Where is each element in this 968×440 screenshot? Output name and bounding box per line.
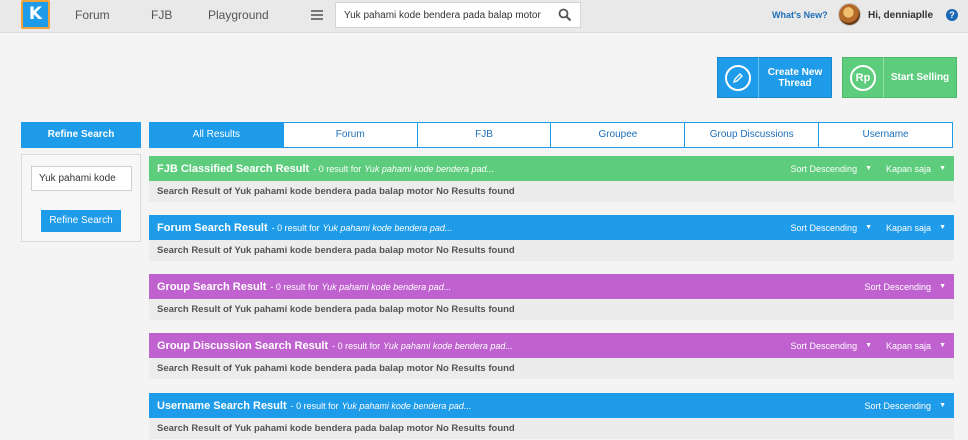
- section-header: FJB Classified Search Result - 0 result …: [149, 156, 954, 181]
- section-header: Group Search Result - 0 result for Yuk p…: [149, 274, 954, 299]
- search-bar: [335, 2, 581, 28]
- no-results-text: Search Result of Yuk pahami kode bendera…: [149, 418, 954, 439]
- nav-fjb[interactable]: FJB: [151, 8, 172, 22]
- no-results-text: Search Result of Yuk pahami kode bendera…: [149, 240, 954, 261]
- user-greeting[interactable]: Hi, denniaplle: [868, 10, 933, 21]
- tab-username[interactable]: Username: [818, 123, 952, 147]
- result-query: Yuk pahami kode bendera pad...: [322, 222, 453, 233]
- chevron-down-icon: ▼: [939, 402, 946, 409]
- chevron-down-icon: ▼: [939, 342, 946, 349]
- nav-playground[interactable]: Playground: [208, 8, 269, 22]
- result-query: Yuk pahami kode bendera pad...: [364, 163, 495, 174]
- start-selling-label: Start Selling: [890, 72, 950, 83]
- create-label-line1: Create New: [767, 66, 823, 78]
- chevron-down-icon: ▼: [939, 283, 946, 290]
- pencil-icon: [718, 57, 759, 98]
- create-new-thread-button[interactable]: Create New Thread: [717, 57, 832, 98]
- section-title: Group Search Result: [157, 280, 267, 293]
- sort-dropdown[interactable]: Sort Descending ▼: [865, 282, 946, 292]
- section-title: Group Discussion Search Result: [157, 339, 329, 352]
- tab-group-discussions[interactable]: Group Discussions: [684, 123, 818, 147]
- result-query: Yuk pahami kode bendera pad...: [341, 400, 472, 411]
- sort-dropdown[interactable]: Sort Descending ▼: [791, 164, 872, 174]
- chevron-down-icon: ▼: [865, 342, 873, 349]
- username-result-section: Username Search Result - 0 result for Yu…: [149, 393, 954, 439]
- group-result-section: Group Search Result - 0 result for Yuk p…: [149, 274, 954, 320]
- search-input[interactable]: [336, 3, 542, 27]
- result-tabs: All Results Forum FJB Groupee Group Disc…: [149, 122, 953, 148]
- top-navbar: K Forum FJB Playground What's New? Hi, d…: [0, 0, 968, 33]
- sort-dropdown[interactable]: Sort Descending ▼: [791, 341, 872, 351]
- result-query: Yuk pahami kode bendera pad...: [383, 340, 513, 351]
- section-title: FJB Classified Search Result: [157, 162, 310, 175]
- start-selling-button[interactable]: Rp Start Selling: [842, 57, 957, 98]
- kaskus-logo-icon[interactable]: K: [21, 0, 50, 29]
- tab-forum[interactable]: Forum: [282, 123, 417, 147]
- section-title: Username Search Result: [157, 399, 287, 412]
- no-results-text: Search Result of Yuk pahami kode bendera…: [149, 358, 954, 379]
- forum-result-section: Forum Search Result - 0 result for Yuk p…: [149, 215, 954, 261]
- time-dropdown[interactable]: Kapan saja ▼: [886, 341, 946, 351]
- hamburger-icon[interactable]: [311, 10, 323, 20]
- refine-search-button[interactable]: Refine Search: [41, 210, 121, 232]
- chevron-down-icon: ▼: [865, 165, 873, 172]
- no-results-text: Search Result of Yuk pahami kode bendera…: [149, 181, 954, 202]
- tab-fjb[interactable]: FJB: [416, 123, 551, 147]
- time-dropdown[interactable]: Kapan saja ▼: [886, 164, 946, 174]
- nav-forum[interactable]: Forum: [75, 8, 110, 22]
- result-count: - 0 result for: [313, 163, 362, 174]
- time-dropdown[interactable]: Kapan saja ▼: [886, 223, 946, 233]
- tab-all-results[interactable]: All Results: [150, 123, 283, 147]
- chevron-down-icon: ▼: [865, 224, 873, 231]
- sort-dropdown[interactable]: Sort Descending ▼: [791, 223, 872, 233]
- sort-dropdown[interactable]: Sort Descending ▼: [865, 401, 946, 411]
- result-count: - 0 result for: [270, 281, 319, 292]
- no-results-text: Search Result of Yuk pahami kode bendera…: [149, 299, 954, 320]
- whats-new-link[interactable]: What's New?: [772, 10, 828, 20]
- fjb-result-section: FJB Classified Search Result - 0 result …: [149, 156, 954, 202]
- refine-search-panel: Refine Search: [21, 154, 141, 242]
- section-header: Group Discussion Search Result - 0 resul…: [149, 333, 954, 358]
- chevron-down-icon: ▼: [939, 224, 946, 231]
- section-header: Forum Search Result - 0 result for Yuk p…: [149, 215, 954, 240]
- group-discussion-result-section: Group Discussion Search Result - 0 resul…: [149, 333, 954, 379]
- section-header: Username Search Result - 0 result for Yu…: [149, 393, 954, 418]
- section-title: Forum Search Result: [157, 221, 268, 234]
- result-count: - 0 result for: [332, 340, 381, 351]
- result-query: Yuk pahami kode bendera pad...: [321, 281, 452, 292]
- help-icon[interactable]: ?: [946, 9, 958, 21]
- chevron-down-icon: ▼: [939, 165, 946, 172]
- result-count: - 0 result for: [290, 400, 339, 411]
- search-icon[interactable]: [558, 8, 572, 22]
- tab-groupee[interactable]: Groupee: [550, 123, 684, 147]
- refine-search-title: Refine Search: [21, 122, 141, 148]
- refine-search-input[interactable]: [31, 166, 132, 191]
- create-label-line2: Thread: [778, 77, 812, 89]
- result-count: - 0 result for: [271, 222, 320, 233]
- avatar[interactable]: [838, 3, 861, 26]
- rupiah-icon: Rp: [843, 57, 884, 98]
